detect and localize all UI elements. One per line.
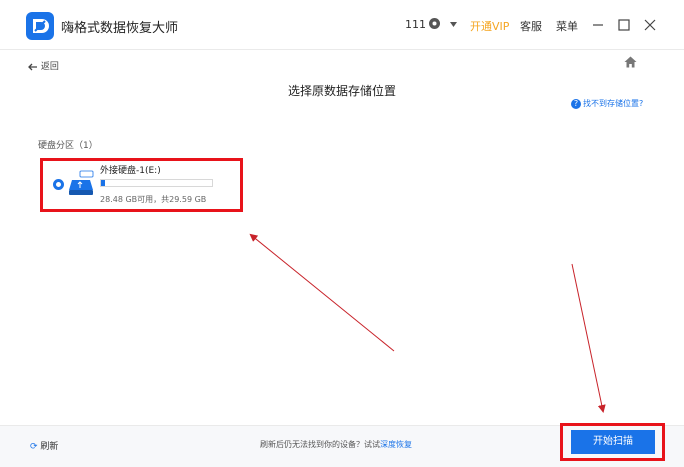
footer-message: 刷新后仍无法找到你的设备？试试深度恢复 <box>260 439 412 450</box>
refresh-button[interactable]: ⟳ 刷新 <box>30 439 58 452</box>
start-scan-button[interactable]: 开始扫描 <box>571 430 655 454</box>
refresh-icon: ⟳ <box>30 442 38 452</box>
annotation-arrows <box>249 233 606 413</box>
refresh-label: 刷新 <box>40 442 59 452</box>
footer-message-text: 刷新后仍无法找到你的设备？试试 <box>260 440 380 449</box>
deep-recovery-link[interactable]: 深度恢复 <box>380 440 412 449</box>
